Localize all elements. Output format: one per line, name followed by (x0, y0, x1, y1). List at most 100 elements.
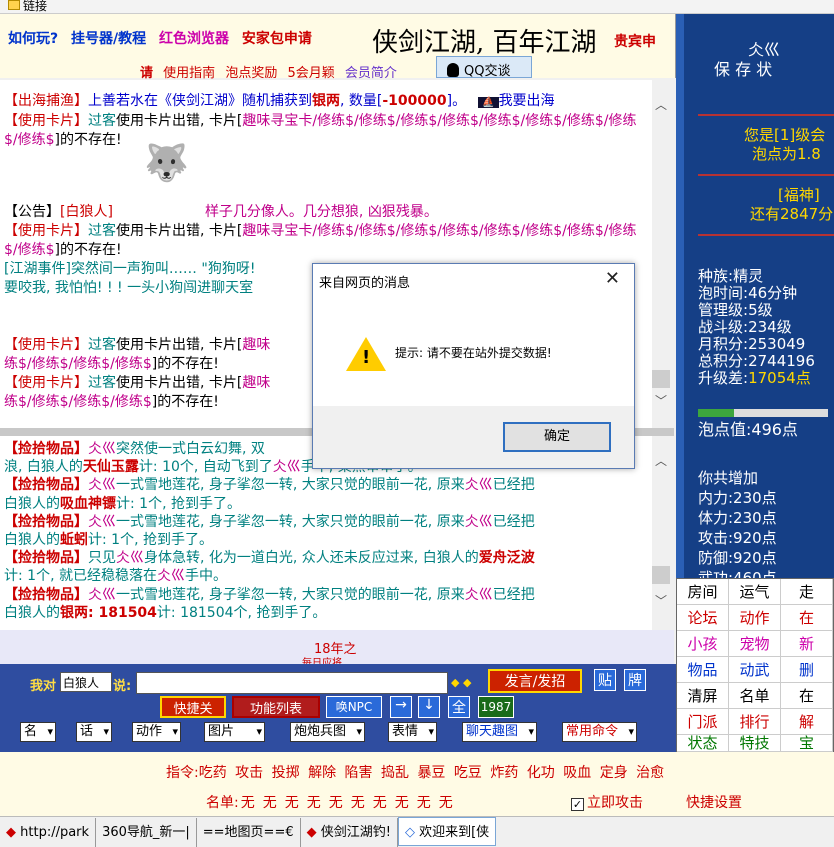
cmd-heal[interactable]: 治愈 (636, 765, 664, 781)
sub-link-reward[interactable]: 泡点奖励 (225, 66, 277, 81)
msg-user[interactable]: 仌巛 (465, 514, 493, 530)
cmd-drain[interactable]: 吸血 (563, 765, 591, 781)
scroll-thumb[interactable] (652, 566, 670, 584)
menu-luck[interactable]: 运气 (729, 579, 781, 605)
msg-user[interactable]: 过客 (88, 337, 116, 353)
register-link[interactable]: 挂号器/教程 (71, 31, 146, 47)
chat-top-scrollbar[interactable]: ︿ ﹀ (652, 80, 674, 428)
cmd-eat-bean[interactable]: 吃豆 (454, 765, 482, 781)
menu-pet[interactable]: 宠物 (729, 631, 781, 657)
call-npc-button[interactable]: 唤NPC (326, 696, 382, 718)
scroll-thumb[interactable] (652, 370, 670, 388)
target-slot[interactable]: 无 (373, 795, 387, 811)
msg-user[interactable]: 过客 (88, 375, 116, 391)
cmd-violent-bean[interactable]: 暴豆 (417, 765, 445, 781)
menu-rank[interactable]: 排行 (729, 709, 781, 735)
arrow-right-button[interactable]: → (390, 696, 412, 718)
target-input[interactable]: 白狼人 (60, 672, 112, 692)
menu-items[interactable]: 物品 (677, 657, 729, 683)
target-slot[interactable]: 无 (329, 795, 343, 811)
menu-walk[interactable]: 走 (781, 579, 833, 605)
emote-select[interactable]: 表情 (388, 722, 438, 742)
menu-kids[interactable]: 小孩 (677, 631, 729, 657)
paste-button[interactable]: 贴 (594, 669, 616, 691)
cmd-attack[interactable]: 攻击 (235, 765, 263, 781)
target-slot[interactable]: 无 (263, 795, 277, 811)
menu-unlock[interactable]: 解 (781, 709, 833, 735)
function-list-button[interactable]: 功能列表 (232, 696, 320, 718)
howto-link[interactable]: 如何玩? (8, 31, 58, 47)
msg-user[interactable]: 过客 (88, 113, 116, 129)
vip-link[interactable]: 贵宾申 (614, 31, 656, 51)
menu-new[interactable]: 新 (781, 631, 833, 657)
menu-status[interactable]: 状态 (677, 735, 729, 752)
home-pack-link[interactable]: 安家包申请 (242, 31, 312, 47)
tab-360[interactable]: 360导航_新一| (96, 818, 197, 847)
fun-image-select[interactable]: 聊天趣图 (462, 722, 538, 742)
arrow-down-button[interactable]: ↓ (418, 696, 440, 718)
message-input[interactable] (136, 672, 448, 694)
menu-online[interactable]: 在 (781, 605, 833, 631)
action-select[interactable]: 动作 (132, 722, 182, 742)
brand-button[interactable]: 牌 (624, 669, 646, 691)
msg-user[interactable]: 仌巛 (88, 587, 116, 603)
sub-link-member[interactable]: 会员简介 (345, 66, 397, 81)
scroll-down-icon[interactable]: ﹀ (652, 392, 670, 409)
msg-user[interactable]: 仌巛 (88, 477, 116, 493)
cmd-release[interactable]: 解除 (308, 765, 336, 781)
msg-user[interactable]: 仌巛 (116, 550, 144, 566)
msg-user[interactable]: [白狼人] (60, 204, 113, 220)
quick-toggle-button[interactable]: 快捷关 (160, 696, 226, 718)
menu-treasure[interactable]: 宝 (781, 735, 833, 752)
ok-button[interactable]: 确定 (503, 422, 611, 452)
menu-clear[interactable]: 清屏 (677, 683, 729, 709)
auto-attack-toggle[interactable]: ✓ 立即攻击 (571, 792, 643, 812)
msg-user[interactable]: 仌巛 (273, 459, 301, 475)
links-label[interactable]: 链接 (23, 0, 47, 13)
common-cmd-select[interactable]: 常用命令 (562, 722, 638, 742)
cmd-bomb[interactable]: 炸药 (490, 765, 518, 781)
target-slot[interactable]: 无 (439, 795, 453, 811)
menu-sect[interactable]: 门派 (677, 709, 729, 735)
msg-user[interactable]: 仌巛 (465, 587, 493, 603)
sub-link-guide[interactable]: 使用指南 (163, 66, 215, 81)
msg-user[interactable]: 仌巛 (88, 441, 116, 457)
cmd-throw[interactable]: 投掷 (272, 765, 300, 781)
menu-fight[interactable]: 动武 (729, 657, 781, 683)
send-button[interactable]: 发言/发招 (488, 669, 582, 693)
talk-select[interactable]: 话 (76, 722, 113, 742)
sub-link-month[interactable]: 5会月颖 (287, 66, 334, 81)
menu-room[interactable]: 房间 (677, 579, 729, 605)
cmd-mess[interactable]: 捣乱 (381, 765, 409, 781)
tab-map[interactable]: ==地图页==€ (197, 818, 301, 847)
target-slot[interactable]: 无 (395, 795, 409, 811)
tab-game[interactable]: ◆ 侠剑江湖钓! (301, 818, 398, 847)
name-select[interactable]: 名 (20, 722, 57, 742)
save-status[interactable]: 保 存 状 (714, 60, 814, 80)
tab-welcome[interactable]: ◇ 欢迎来到[侠 (397, 817, 497, 846)
shortcut-settings-link[interactable]: 快捷设置 (686, 792, 742, 812)
sub-link-0[interactable]: 请 (140, 66, 153, 81)
msg-user[interactable]: 仌巛 (88, 514, 116, 530)
target-slot[interactable]: 无 (285, 795, 299, 811)
qq-chat-button[interactable]: QQ交谈 (436, 56, 532, 79)
scroll-down-icon[interactable]: ﹀ (652, 592, 670, 609)
menu-action[interactable]: 动作 (729, 605, 781, 631)
cmd-eat-drug[interactable]: 吃药 (199, 765, 227, 781)
go-fishing-link[interactable]: 我要出海 (499, 93, 555, 109)
msg-user[interactable]: 过客 (88, 223, 116, 239)
target-slot[interactable]: 无 (307, 795, 321, 811)
cmd-freeze[interactable]: 定身 (600, 765, 628, 781)
msg-user[interactable]: 仌巛 (157, 568, 185, 584)
menu-delete[interactable]: 删 (781, 657, 833, 683)
scroll-up-icon[interactable]: ︿ (652, 96, 670, 113)
menu-namelist[interactable]: 名单 (729, 683, 781, 709)
cmd-dissolve[interactable]: 化功 (527, 765, 555, 781)
target-slot[interactable]: 无 (241, 795, 255, 811)
all-button[interactable]: 全 (448, 696, 470, 718)
target-slot[interactable]: 无 (417, 795, 431, 811)
scroll-up-icon[interactable]: ︿ (652, 452, 670, 469)
menu-forum[interactable]: 论坛 (677, 605, 729, 631)
target-slot[interactable]: 无 (351, 795, 365, 811)
menu-skill[interactable]: 特技 (729, 735, 781, 752)
